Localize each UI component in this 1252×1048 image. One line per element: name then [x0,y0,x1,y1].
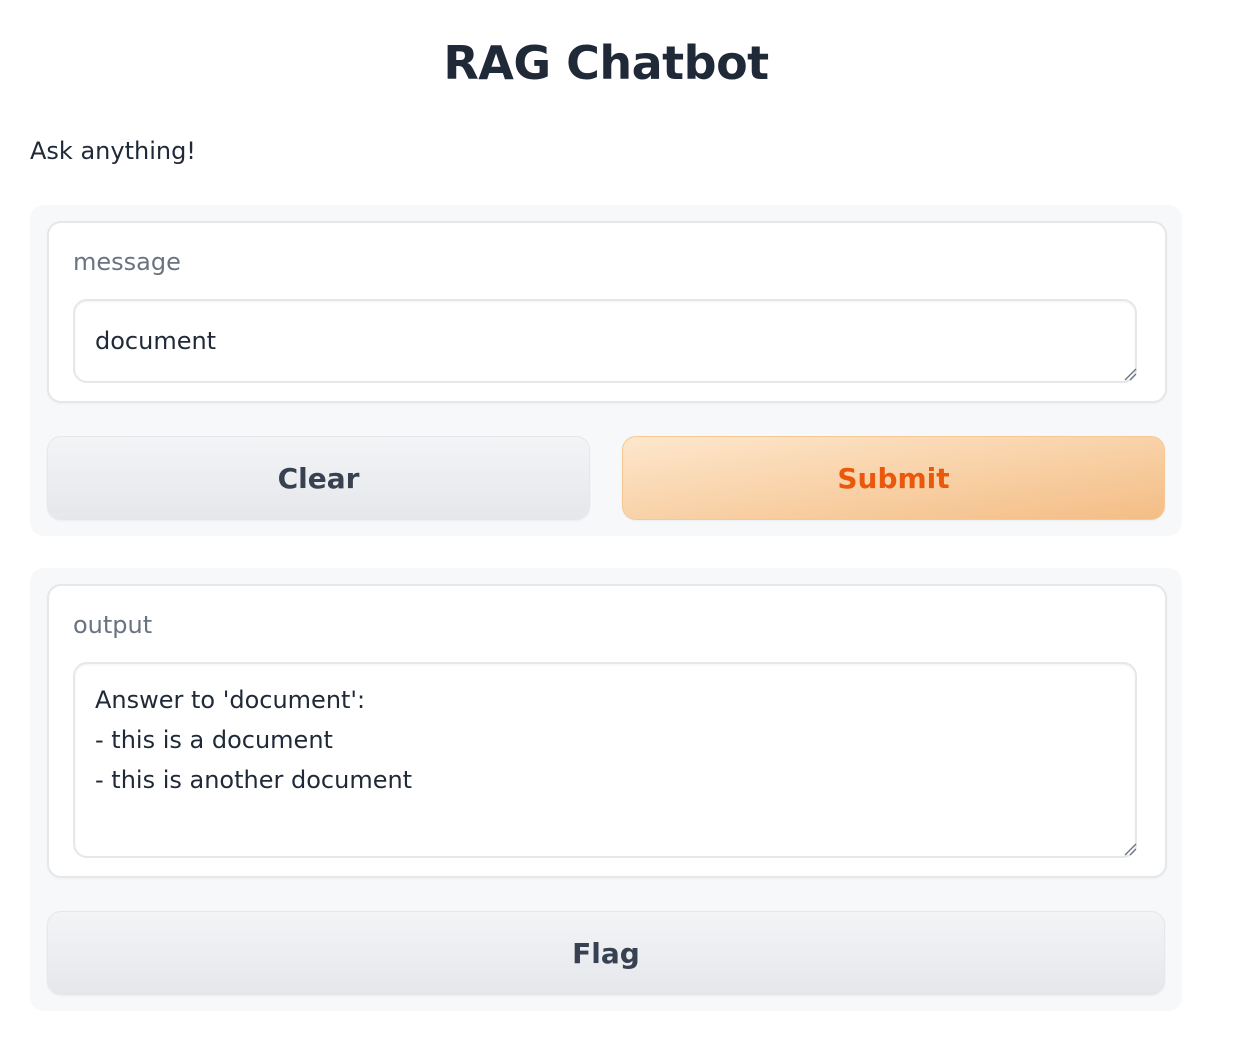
output-panel: output Answer to 'document': - this is a… [30,568,1182,1011]
input-panel: message document Clear Submit [30,205,1182,536]
page-title: RAG Chatbot [443,36,769,90]
clear-button[interactable]: Clear [47,436,590,520]
message-block: message document [47,221,1167,403]
output-textbox[interactable]: Answer to 'document': - this is a docume… [73,662,1137,858]
message-label: message [73,248,181,276]
resize-handle-icon[interactable] [1123,842,1137,856]
message-input[interactable]: document [73,299,1137,383]
resize-handle-icon[interactable] [1123,367,1137,381]
submit-button[interactable]: Submit [622,436,1165,520]
output-label: output [73,611,153,639]
flag-button[interactable]: Flag [47,911,1165,995]
page-description: Ask anything! [30,137,196,165]
output-block: output Answer to 'document': - this is a… [47,584,1167,878]
